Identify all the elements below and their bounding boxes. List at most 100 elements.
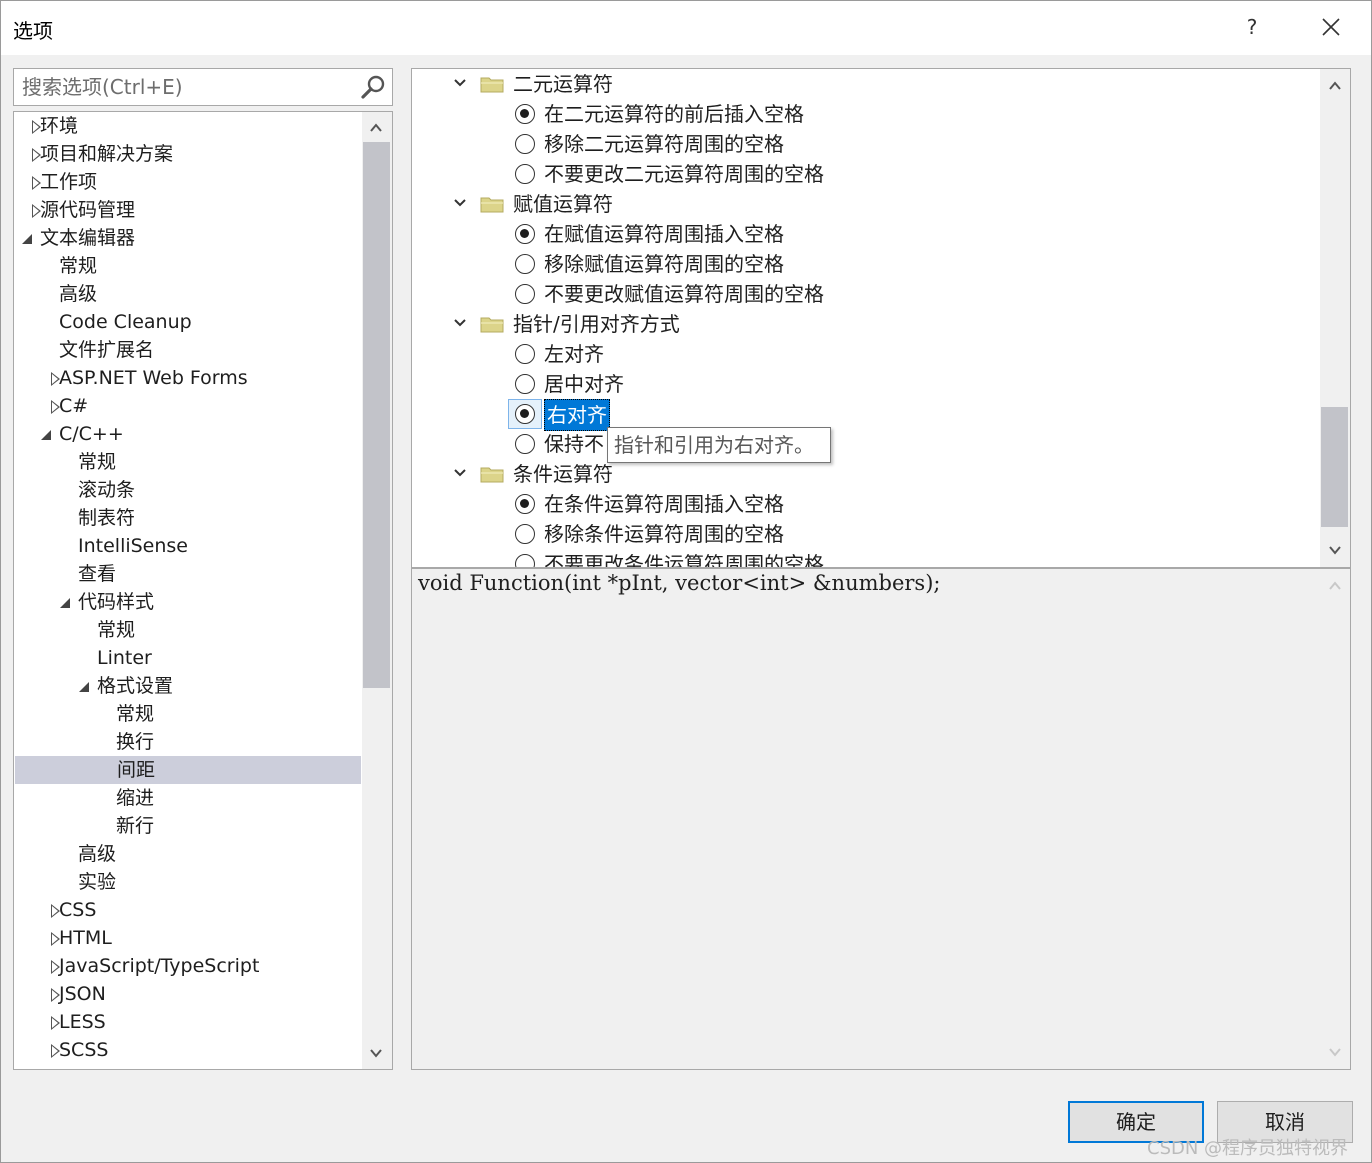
radio-checked-icon[interactable] — [515, 404, 535, 424]
radio-option[interactable]: 在赋值运算符周围插入空格 — [412, 219, 1312, 249]
radio-checked-icon[interactable] — [515, 494, 535, 514]
options-scrollbar[interactable] — [1320, 69, 1350, 567]
tree-item[interactable]: HTML — [14, 924, 360, 952]
tree-item[interactable]: 高级 — [14, 280, 360, 308]
option-group[interactable]: 条件运算符 — [412, 459, 1312, 489]
tree-item[interactable]: IntelliSense — [14, 532, 360, 560]
radio-option[interactable]: 移除赋值运算符周围的空格 — [412, 249, 1312, 279]
tree-item-label: 常规 — [97, 619, 136, 641]
chevron-down-icon[interactable] — [454, 467, 466, 479]
tree-item[interactable]: 高级 — [14, 840, 360, 868]
radio-option[interactable]: 不要更改条件运算符周围的空格 — [412, 549, 1312, 568]
radio-option[interactable]: 左对齐 — [412, 339, 1312, 369]
tree-item[interactable]: 项目和解决方案 — [14, 140, 360, 168]
radio-unchecked-icon[interactable] — [515, 554, 535, 567]
tree-scroll-thumb[interactable] — [363, 142, 390, 688]
tree-item[interactable]: ASP.NET Web Forms — [14, 364, 360, 392]
search-input[interactable] — [14, 69, 354, 105]
radio-option-label: 保持不 — [544, 432, 604, 456]
tree-item[interactable]: Code Cleanup — [14, 308, 360, 336]
tree-item[interactable]: C# — [14, 392, 360, 420]
tree-item[interactable]: 格式设置 — [14, 672, 360, 700]
tree-item[interactable]: 间距 — [15, 756, 361, 784]
tree-item[interactable]: 常规 — [14, 448, 360, 476]
tree-item[interactable]: 常规 — [14, 252, 360, 280]
radio-option[interactable]: 在二元运算符的前后插入空格 — [412, 99, 1312, 129]
chevron-down-icon[interactable] — [454, 197, 466, 209]
tree-item[interactable]: 缩进 — [14, 784, 360, 812]
option-group[interactable]: 赋值运算符 — [412, 189, 1312, 219]
scroll-down-icon[interactable] — [1328, 543, 1342, 557]
tree-item-label: 查看 — [78, 563, 117, 585]
tree-item[interactable]: 常规 — [14, 700, 360, 728]
radio-unchecked-icon[interactable] — [515, 524, 535, 544]
radio-unchecked-icon[interactable] — [515, 344, 535, 364]
tree-item[interactable]: 制表符 — [14, 504, 360, 532]
tree-item-label: Code Cleanup — [59, 311, 192, 333]
help-button[interactable]: ? — [1237, 9, 1267, 45]
tree-item[interactable]: 源代码管理 — [14, 196, 360, 224]
tree-item-label: 工作项 — [40, 171, 98, 193]
options-scroll-thumb[interactable] — [1321, 407, 1348, 527]
close-button[interactable] — [1313, 9, 1349, 45]
folder-icon — [480, 77, 504, 93]
tree-item[interactable]: 文件扩展名 — [14, 336, 360, 364]
collapse-arrow-icon[interactable] — [79, 682, 89, 692]
tree-item[interactable]: JavaScript/TypeScript — [14, 952, 360, 980]
tree-item[interactable]: 代码样式 — [14, 588, 360, 616]
collapse-arrow-icon[interactable] — [22, 234, 32, 244]
search-icon[interactable] — [360, 74, 386, 100]
radio-checked-icon[interactable] — [515, 104, 535, 124]
scroll-up-icon[interactable] — [369, 121, 383, 135]
tree-item[interactable]: 环境 — [14, 112, 360, 140]
tree-item[interactable]: 实验 — [14, 868, 360, 896]
option-group[interactable]: 指针/引用对齐方式 — [412, 309, 1312, 339]
radio-option[interactable]: 右对齐 — [412, 399, 1312, 431]
radio-unchecked-icon[interactable] — [515, 134, 535, 154]
tree-item[interactable]: 换行 — [14, 728, 360, 756]
tree-item[interactable]: 查看 — [14, 560, 360, 588]
radio-unchecked-icon[interactable] — [515, 164, 535, 184]
radio-unchecked-icon[interactable] — [515, 374, 535, 394]
tree-item[interactable]: 滚动条 — [14, 476, 360, 504]
radio-option-label: 不要更改条件运算符周围的空格 — [544, 552, 824, 568]
preview-scrollbar[interactable] — [1320, 569, 1350, 1069]
scroll-up-icon[interactable] — [1328, 79, 1342, 93]
tree-item[interactable]: 工作项 — [14, 168, 360, 196]
radio-option[interactable]: 保持不 — [412, 429, 1312, 459]
collapse-arrow-icon[interactable] — [60, 598, 70, 608]
tree-item[interactable]: SCSS — [14, 1036, 360, 1064]
radio-unchecked-icon[interactable] — [515, 284, 535, 304]
radio-unchecked-icon[interactable] — [515, 434, 535, 454]
radio-option[interactable]: 不要更改二元运算符周围的空格 — [412, 159, 1312, 189]
tree-item[interactable]: CSS — [14, 896, 360, 924]
tree-item[interactable]: LESS — [14, 1008, 360, 1036]
tree-item[interactable]: Linter — [14, 644, 360, 672]
tree-item[interactable]: 文本编辑器 — [14, 224, 360, 252]
collapse-arrow-icon[interactable] — [41, 430, 51, 440]
radio-option-label: 移除条件运算符周围的空格 — [544, 522, 784, 546]
tooltip: 指针和引用为右对齐。 — [607, 427, 831, 463]
scroll-up-icon[interactable] — [1328, 579, 1342, 593]
tree-item[interactable]: 常规 — [14, 616, 360, 644]
tree-item[interactable]: 新行 — [14, 812, 360, 840]
radio-option[interactable]: 移除条件运算符周围的空格 — [412, 519, 1312, 549]
radio-option[interactable]: 在条件运算符周围插入空格 — [412, 489, 1312, 519]
option-group[interactable]: 二元运算符 — [412, 69, 1312, 99]
tree-item[interactable]: JSON — [14, 980, 360, 1008]
radio-option[interactable]: 居中对齐 — [412, 369, 1312, 399]
radio-option[interactable]: 移除二元运算符周围的空格 — [412, 129, 1312, 159]
tree-item-label: LESS — [59, 1011, 106, 1033]
tree-scrollbar[interactable] — [362, 112, 392, 1069]
scroll-down-icon[interactable] — [369, 1046, 383, 1060]
tree-item[interactable]: C/C++ — [14, 420, 360, 448]
radio-unchecked-icon[interactable] — [515, 254, 535, 274]
chevron-down-icon[interactable] — [454, 317, 466, 329]
radio-option[interactable]: 不要更改赋值运算符周围的空格 — [412, 279, 1312, 309]
chevron-down-icon[interactable] — [454, 77, 466, 89]
option-group-label: 指针/引用对齐方式 — [513, 312, 680, 336]
radio-checked-icon[interactable] — [515, 224, 535, 244]
tree-item-label: C# — [59, 395, 89, 417]
tree-item-label: 滚动条 — [78, 479, 136, 501]
scroll-down-icon[interactable] — [1328, 1045, 1342, 1059]
